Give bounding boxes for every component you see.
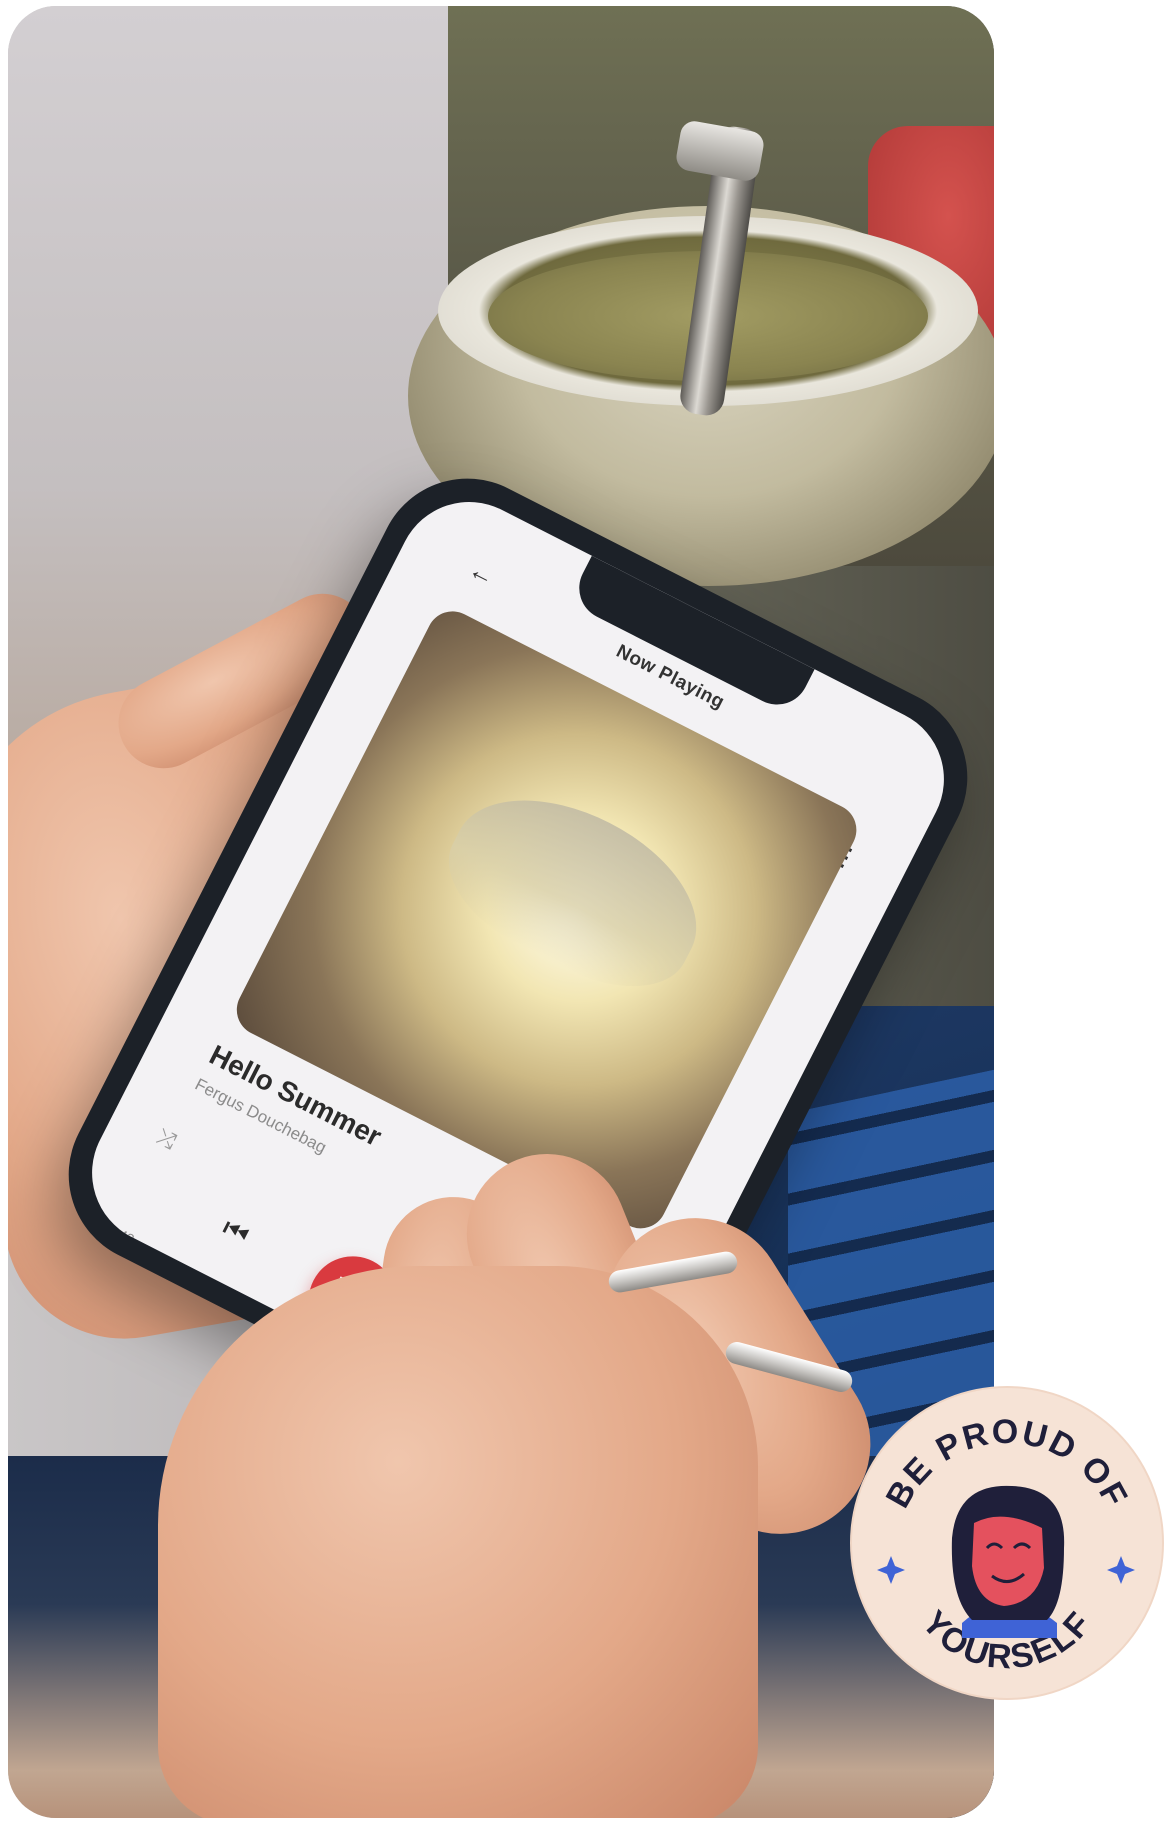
right-hand (158, 1266, 758, 1818)
photo-card: ← Now Playing ⋮ Hello Summer Fergus Douc… (8, 6, 994, 1818)
sticker-character-icon (951, 1485, 1065, 1638)
be-proud-sticker: BE PROUD OF YOURSELF (852, 1388, 1162, 1698)
elapsed-time: 2:43 (105, 1220, 138, 1248)
sticker-graphic: BE PROUD OF YOURSELF (877, 1413, 1135, 1677)
shuffle-icon[interactable]: ⤮ (153, 1124, 180, 1155)
skip-previous-icon[interactable]: ⏮ (217, 1212, 255, 1253)
artwork-shape (425, 763, 726, 1016)
